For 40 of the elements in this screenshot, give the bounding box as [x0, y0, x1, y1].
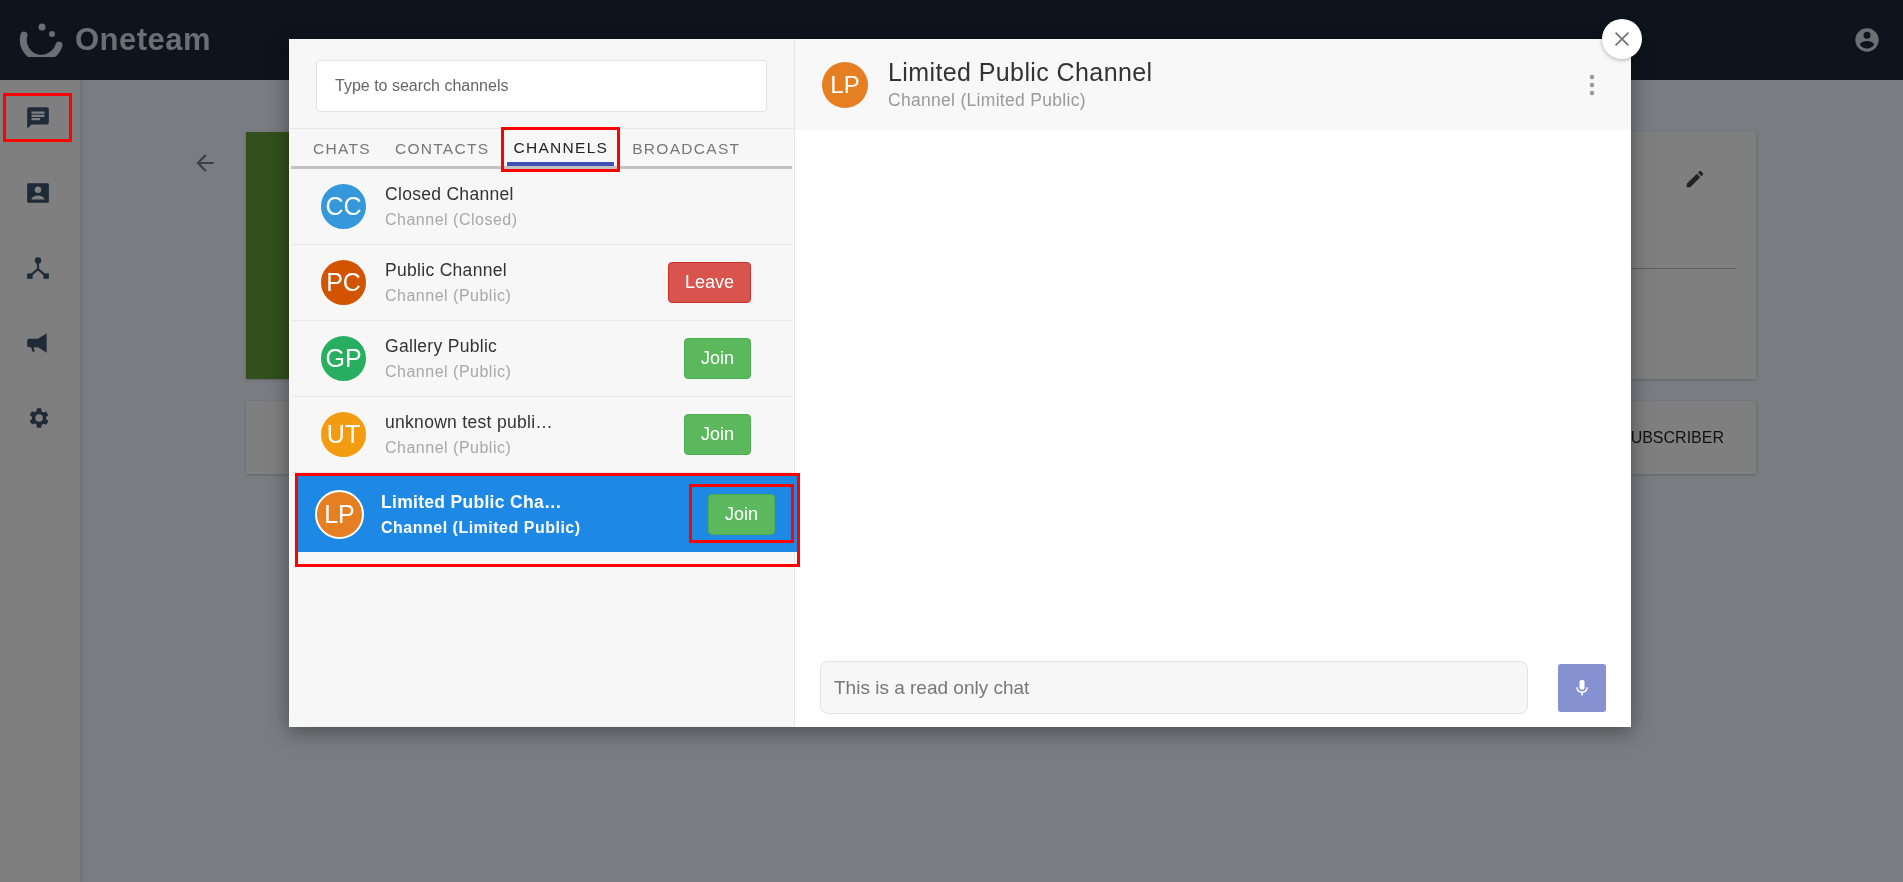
channel-type: Channel (Public) — [385, 363, 513, 381]
channel-name: Limited Public Cha… — [381, 491, 563, 513]
channel-name: Gallery Public — [385, 336, 499, 357]
channel-type: Channel (Closed) — [385, 211, 519, 229]
account-icon[interactable] — [1853, 26, 1881, 54]
join-button[interactable]: Join — [683, 338, 751, 379]
edit-icon[interactable] — [1684, 168, 1706, 190]
tab[interactable]: CHANNELS — [507, 130, 615, 166]
avatar: PC — [319, 258, 368, 307]
join-button[interactable]: Join — [683, 414, 751, 455]
leave-button[interactable]: Leave — [667, 262, 751, 303]
tab[interactable]: CONTACTS — [388, 130, 496, 167]
channel-list-item[interactable]: UT unknown test publi… Channel (Public) Join — [291, 397, 792, 473]
avatar: LP — [822, 61, 868, 108]
logo-icon — [19, 23, 65, 57]
tab[interactable]: BROADCAST — [626, 130, 747, 167]
channel-list-item[interactable]: PC Public Channel Channel (Public) Leave — [291, 245, 792, 321]
channel-type: Channel (Limited Public) — [381, 518, 582, 537]
join-button[interactable]: Join — [707, 493, 775, 535]
app-name: Oneteam — [75, 22, 212, 58]
subscriber-label[interactable]: UBSCRIBER — [1630, 428, 1724, 447]
channel-name: Closed Channel — [385, 184, 515, 205]
avatar: UT — [319, 410, 368, 459]
channel-name: unknown test publi… — [385, 412, 555, 433]
avatar: CC — [319, 182, 368, 231]
channel-list-item[interactable]: GP Gallery Public Channel (Public) Join — [291, 321, 792, 397]
channel-list-item[interactable]: LP Limited Public Cha… Channel (Limited Public) Join — [298, 476, 797, 552]
more-options-icon[interactable] — [1589, 73, 1595, 96]
channel-list-item[interactable]: CC Closed Channel Channel (Closed) — [291, 169, 792, 245]
chat-subtitle: Channel (Limited Public) — [888, 90, 1087, 111]
tab[interactable]: CHATS — [307, 130, 377, 167]
chat-title: Limited Public Channel — [888, 58, 1154, 87]
channel-type: Channel (Public) — [385, 287, 513, 305]
channel-name: Public Channel — [385, 260, 508, 281]
search-field[interactable]: Type to search channels — [316, 60, 767, 112]
avatar: LP — [315, 489, 364, 539]
avatar: GP — [319, 334, 368, 383]
channel-type: Channel (Public) — [385, 439, 513, 457]
chat-icon[interactable] — [24, 104, 51, 131]
network-icon[interactable] — [24, 254, 51, 281]
